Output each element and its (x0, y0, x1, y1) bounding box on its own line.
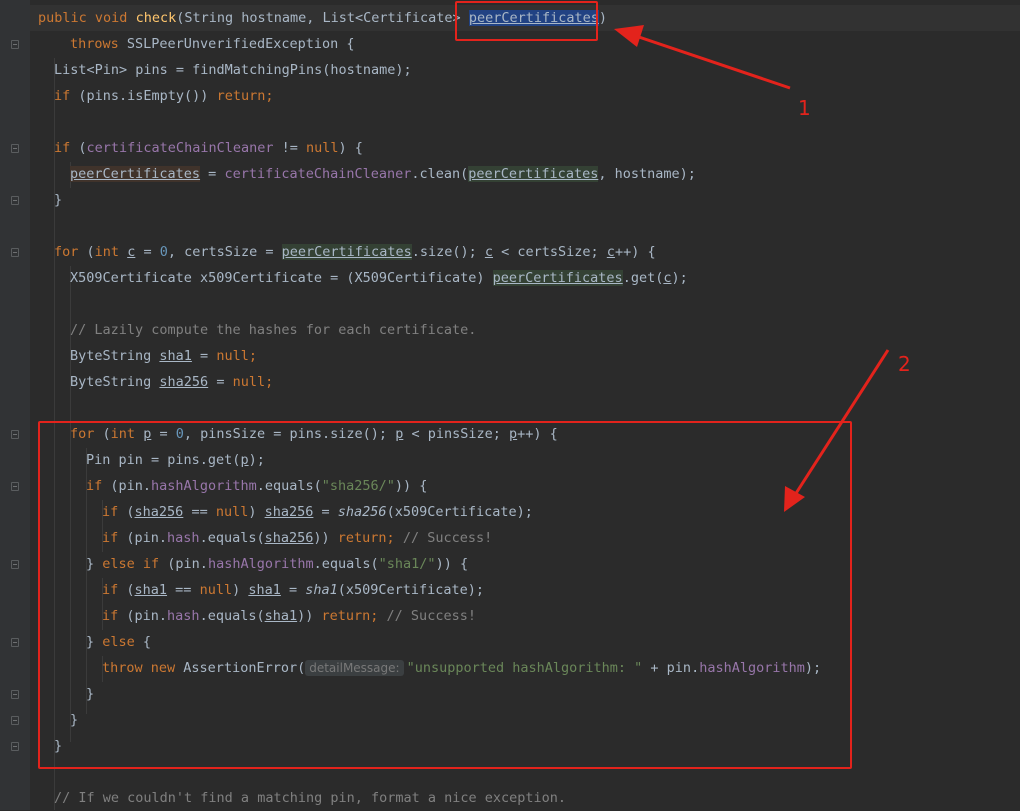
annotation-label-1: 1 (798, 96, 811, 120)
annotation-arrows (614, 25, 890, 512)
annotation-arrow-1 (614, 25, 791, 90)
annotation-label-2: 2 (898, 352, 911, 376)
annotation-arrow-2 (784, 349, 890, 512)
